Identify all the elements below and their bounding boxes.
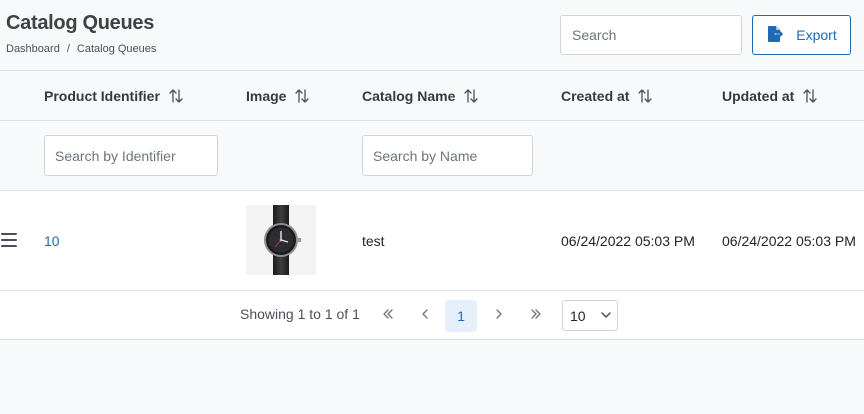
table-header-row: Product Identifier Image Catalog Name Cr… (0, 70, 864, 121)
sort-arrows-icon (802, 88, 818, 104)
double-chevron-right-icon (529, 307, 543, 326)
search-input[interactable] (560, 15, 742, 55)
prev-page-button[interactable] (409, 300, 441, 332)
column-header-identifier[interactable]: Product Identifier (44, 71, 184, 121)
table-filter-row (0, 121, 864, 191)
product-identifier-link[interactable]: 10 (44, 191, 60, 290)
column-label: Product Identifier (44, 88, 160, 104)
chevron-left-icon (418, 307, 432, 326)
watch-thumbnail (246, 205, 316, 275)
page-button-1[interactable]: 1 (445, 300, 477, 332)
file-export-icon (766, 25, 784, 46)
double-chevron-left-icon (381, 307, 395, 326)
breadcrumb-dashboard[interactable]: Dashboard (6, 43, 60, 55)
sort-arrows-icon (294, 88, 310, 104)
column-label: Created at (561, 88, 630, 104)
chevron-down-icon (600, 308, 612, 324)
export-button-label: Export (796, 27, 837, 43)
column-header-updated-at[interactable]: Updated at (722, 71, 818, 121)
breadcrumb-separator: / (66, 43, 70, 55)
rows-per-page-value: 10 (570, 307, 586, 324)
drag-handle-icon[interactable] (1, 233, 17, 247)
column-label: Updated at (722, 88, 795, 104)
identifier-filter-input[interactable] (44, 135, 218, 176)
first-page-button[interactable] (372, 300, 404, 332)
catalog-table: Product Identifier Image Catalog Name Cr… (0, 70, 864, 340)
column-label: Image (246, 88, 287, 104)
updated-at-cell: 06/24/2022 05:03 PM (722, 232, 856, 249)
created-at-cell: 06/24/2022 05:03 PM (561, 232, 695, 249)
sort-arrows-icon (463, 88, 479, 104)
last-page-button[interactable] (520, 300, 552, 332)
name-filter-input[interactable] (362, 135, 533, 176)
pagination-info: Showing 1 to 1 of 1 (240, 306, 360, 322)
table-row[interactable]: 10 test 06/24/2022 05:03 PM 06/24/2022 0… (0, 191, 864, 291)
sort-arrows-icon (637, 88, 653, 104)
column-label: Catalog Name (362, 88, 456, 104)
breadcrumb: Dashboard / Catalog Queues (6, 43, 156, 55)
sort-arrows-icon (168, 88, 184, 104)
chevron-right-icon (492, 307, 506, 326)
rows-per-page-select[interactable]: 10 (562, 300, 618, 331)
next-page-button[interactable] (483, 300, 515, 332)
column-header-image[interactable]: Image (246, 71, 310, 121)
breadcrumb-current: Catalog Queues (76, 43, 157, 55)
page-title: Catalog Queues (6, 12, 155, 34)
column-header-created-at[interactable]: Created at (561, 71, 653, 121)
catalog-name-cell: test (362, 232, 385, 249)
column-header-catalog-name[interactable]: Catalog Name (362, 71, 479, 121)
export-button[interactable]: Export (752, 15, 851, 55)
pagination-bar: Showing 1 to 1 of 1 1 10 (0, 291, 864, 340)
